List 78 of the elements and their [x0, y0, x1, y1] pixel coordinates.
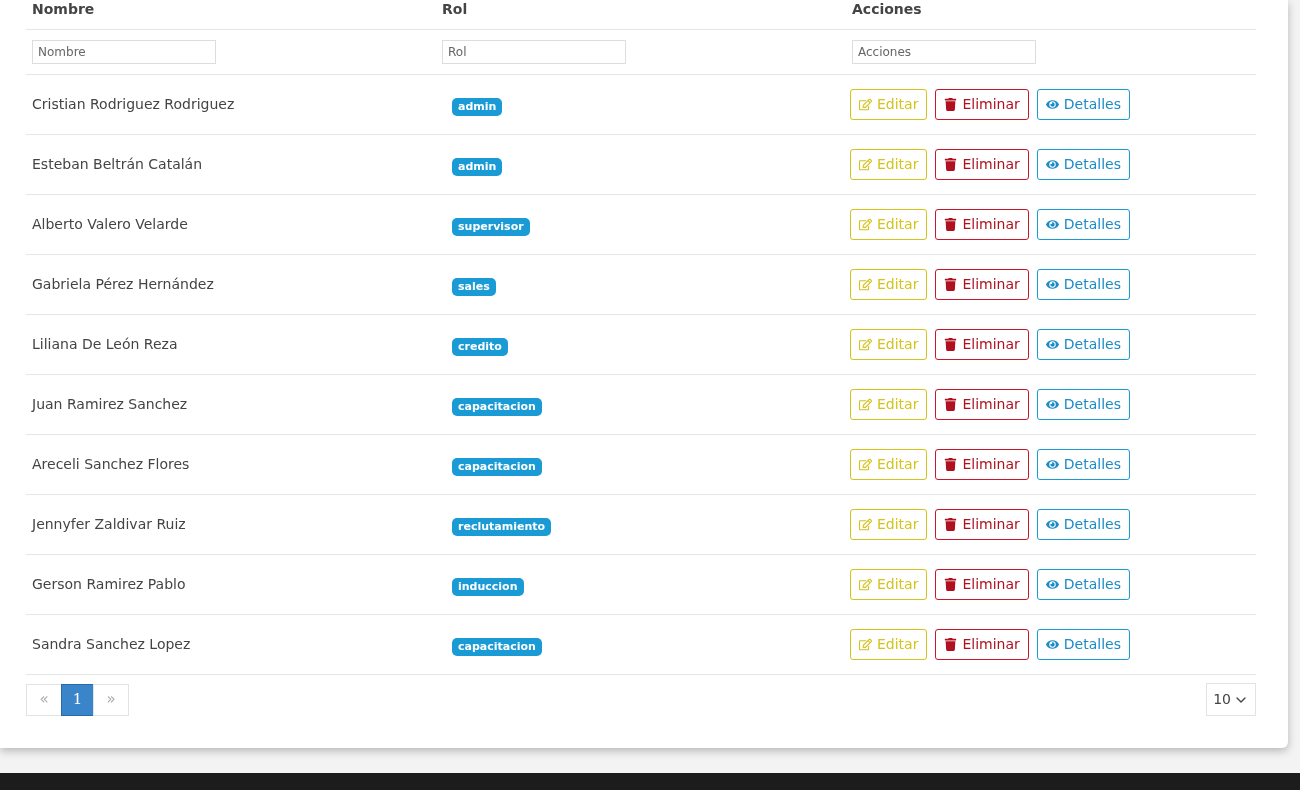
delete-button[interactable]: Eliminar — [935, 149, 1029, 180]
eye-icon — [1045, 398, 1059, 411]
role-tag: capacitacion — [452, 397, 542, 416]
user-name: Gerson Ramirez Pablo — [31, 575, 186, 594]
delete-button[interactable]: Eliminar — [935, 449, 1029, 480]
trash-icon — [944, 218, 958, 231]
edit-icon — [859, 218, 872, 231]
user-name: Juan Ramirez Sanchez — [30, 395, 188, 414]
user-name: Jennyfer Zaldivar Ruiz — [30, 515, 186, 534]
role-tag: sales — [452, 277, 496, 296]
edit-icon — [859, 518, 872, 531]
eye-icon — [1045, 338, 1059, 351]
trash-icon — [944, 158, 958, 171]
user-name: Alberto Valero Velarde — [31, 215, 188, 234]
eye-icon — [1045, 218, 1059, 231]
user-name: Liliana De León Reza — [31, 335, 178, 354]
eye-icon — [1045, 578, 1059, 591]
edit-icon — [859, 578, 872, 591]
filter-field[interactable]: Nombre — [32, 40, 216, 64]
user-name: Cristian Rodriguez Rodriguez — [31, 95, 235, 114]
details-button[interactable]: Detalles — [1036, 329, 1130, 360]
edit-icon — [859, 458, 872, 471]
details-button[interactable]: Detalles — [1036, 389, 1130, 420]
delete-button[interactable]: Eliminar — [935, 89, 1029, 120]
edit-icon — [859, 398, 872, 411]
user-name: Sandra Sanchez Lopez — [31, 635, 191, 654]
role-tag: capacitacion — [452, 637, 542, 656]
details-button[interactable]: Detalles — [1036, 509, 1130, 540]
delete-button[interactable]: Eliminar — [935, 389, 1029, 420]
role-tag: admin — [452, 97, 503, 116]
details-button[interactable]: Detalles — [1036, 89, 1130, 120]
filter-field[interactable]: Rol — [442, 40, 626, 64]
eye-icon — [1045, 158, 1059, 171]
trash-icon — [944, 338, 958, 351]
role-tag: credito — [452, 337, 508, 356]
trash-icon — [944, 98, 958, 111]
trash-icon — [944, 278, 958, 291]
eye-icon — [1045, 638, 1059, 651]
eye-icon — [1045, 98, 1059, 111]
trash-icon — [944, 638, 958, 651]
details-button[interactable]: Detalles — [1036, 449, 1130, 480]
user-name: Gabriela Pérez Hernández — [31, 275, 214, 294]
delete-button[interactable]: Eliminar — [935, 329, 1029, 360]
delete-button[interactable]: Eliminar — [935, 269, 1029, 300]
filter-field[interactable]: Acciones — [852, 40, 1036, 64]
eye-icon — [1045, 278, 1059, 291]
column-header: Acciones — [851, 0, 922, 18]
role-tag: capacitacion — [452, 457, 542, 476]
details-button[interactable]: Detalles — [1036, 269, 1130, 300]
edit-icon — [859, 638, 872, 651]
trash-icon — [944, 518, 958, 531]
edit-icon — [859, 98, 872, 111]
eye-icon — [1045, 518, 1059, 531]
page-button[interactable]: 1 — [61, 683, 94, 716]
user-name: Areceli Sanchez Flores — [31, 455, 190, 474]
edit-icon — [859, 278, 872, 291]
role-tag: admin — [452, 157, 503, 176]
eye-icon — [1045, 458, 1059, 471]
role-tag: induccion — [452, 577, 524, 596]
details-button[interactable]: Detalles — [1036, 569, 1130, 600]
details-button[interactable]: Detalles — [1036, 629, 1130, 660]
delete-button[interactable]: Eliminar — [935, 209, 1029, 240]
edit-icon — [859, 158, 872, 171]
page-size-select[interactable]: 10 — [1206, 683, 1256, 716]
trash-icon — [944, 398, 958, 411]
column-header: Rol — [441, 0, 468, 18]
delete-button[interactable]: Eliminar — [935, 629, 1029, 660]
trash-icon — [944, 578, 958, 591]
details-button[interactable]: Detalles — [1036, 149, 1130, 180]
edit-icon — [859, 338, 872, 351]
details-button[interactable]: Detalles — [1036, 209, 1130, 240]
delete-button[interactable]: Eliminar — [935, 569, 1029, 600]
user-name: Esteban Beltrán Catalán — [31, 155, 203, 174]
column-header: Nombre — [31, 0, 95, 18]
role-tag: reclutamiento — [452, 517, 552, 536]
delete-button[interactable]: Eliminar — [935, 509, 1029, 540]
role-tag: supervisor — [452, 217, 530, 236]
trash-icon — [944, 458, 958, 471]
